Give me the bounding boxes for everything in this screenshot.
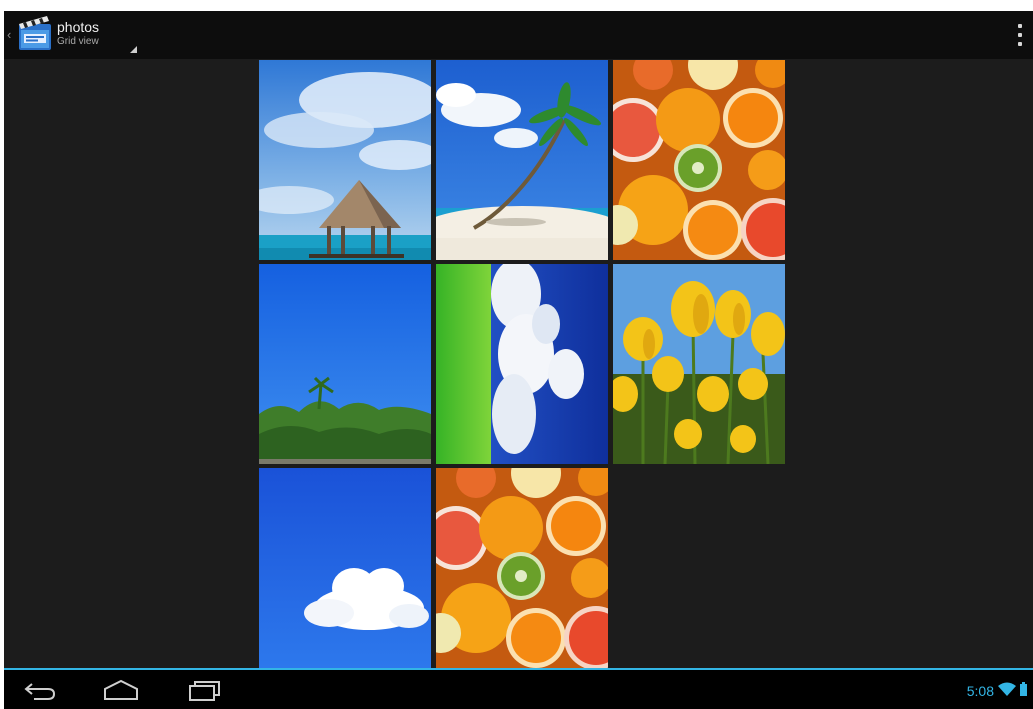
battery-icon — [1020, 682, 1027, 701]
title-spinner[interactable]: photos Grid view — [57, 20, 99, 48]
photo-thumbnail[interactable] — [259, 468, 431, 668]
clock: 5:08 — [966, 683, 994, 699]
photo-grid-area — [4, 59, 1033, 669]
back-icon[interactable] — [22, 678, 60, 702]
status-area[interactable]: 5:08 — [967, 682, 1027, 701]
photo-thumbnail[interactable] — [259, 60, 431, 260]
system-navigation-bar: 5:08 — [4, 670, 1033, 709]
photo-thumbnail[interactable] — [613, 60, 785, 260]
clapperboard-icon[interactable] — [17, 14, 53, 52]
view-mode-label: Grid view — [57, 36, 99, 47]
dropdown-indicator-icon[interactable] — [130, 46, 137, 53]
action-bar: ‹ photos Grid view — [4, 11, 1033, 59]
photo-thumbnail[interactable] — [613, 264, 785, 464]
recent-apps-icon[interactable] — [186, 678, 224, 702]
photo-thumbnail[interactable] — [436, 468, 608, 668]
home-icon[interactable] — [102, 678, 140, 702]
photo-thumbnail[interactable] — [436, 60, 608, 260]
wifi-icon — [998, 682, 1016, 701]
up-caret-icon[interactable]: ‹ — [7, 28, 11, 41]
top-margin — [4, 0, 1033, 11]
tablet-screen: ‹ photos Grid view 5:08 — [4, 0, 1033, 709]
photo-thumbnail[interactable] — [436, 264, 608, 464]
overflow-menu-icon[interactable] — [1017, 24, 1023, 46]
photo-thumbnail[interactable] — [259, 264, 431, 464]
app-title: photos — [57, 19, 100, 35]
photo-grid — [259, 59, 789, 669]
